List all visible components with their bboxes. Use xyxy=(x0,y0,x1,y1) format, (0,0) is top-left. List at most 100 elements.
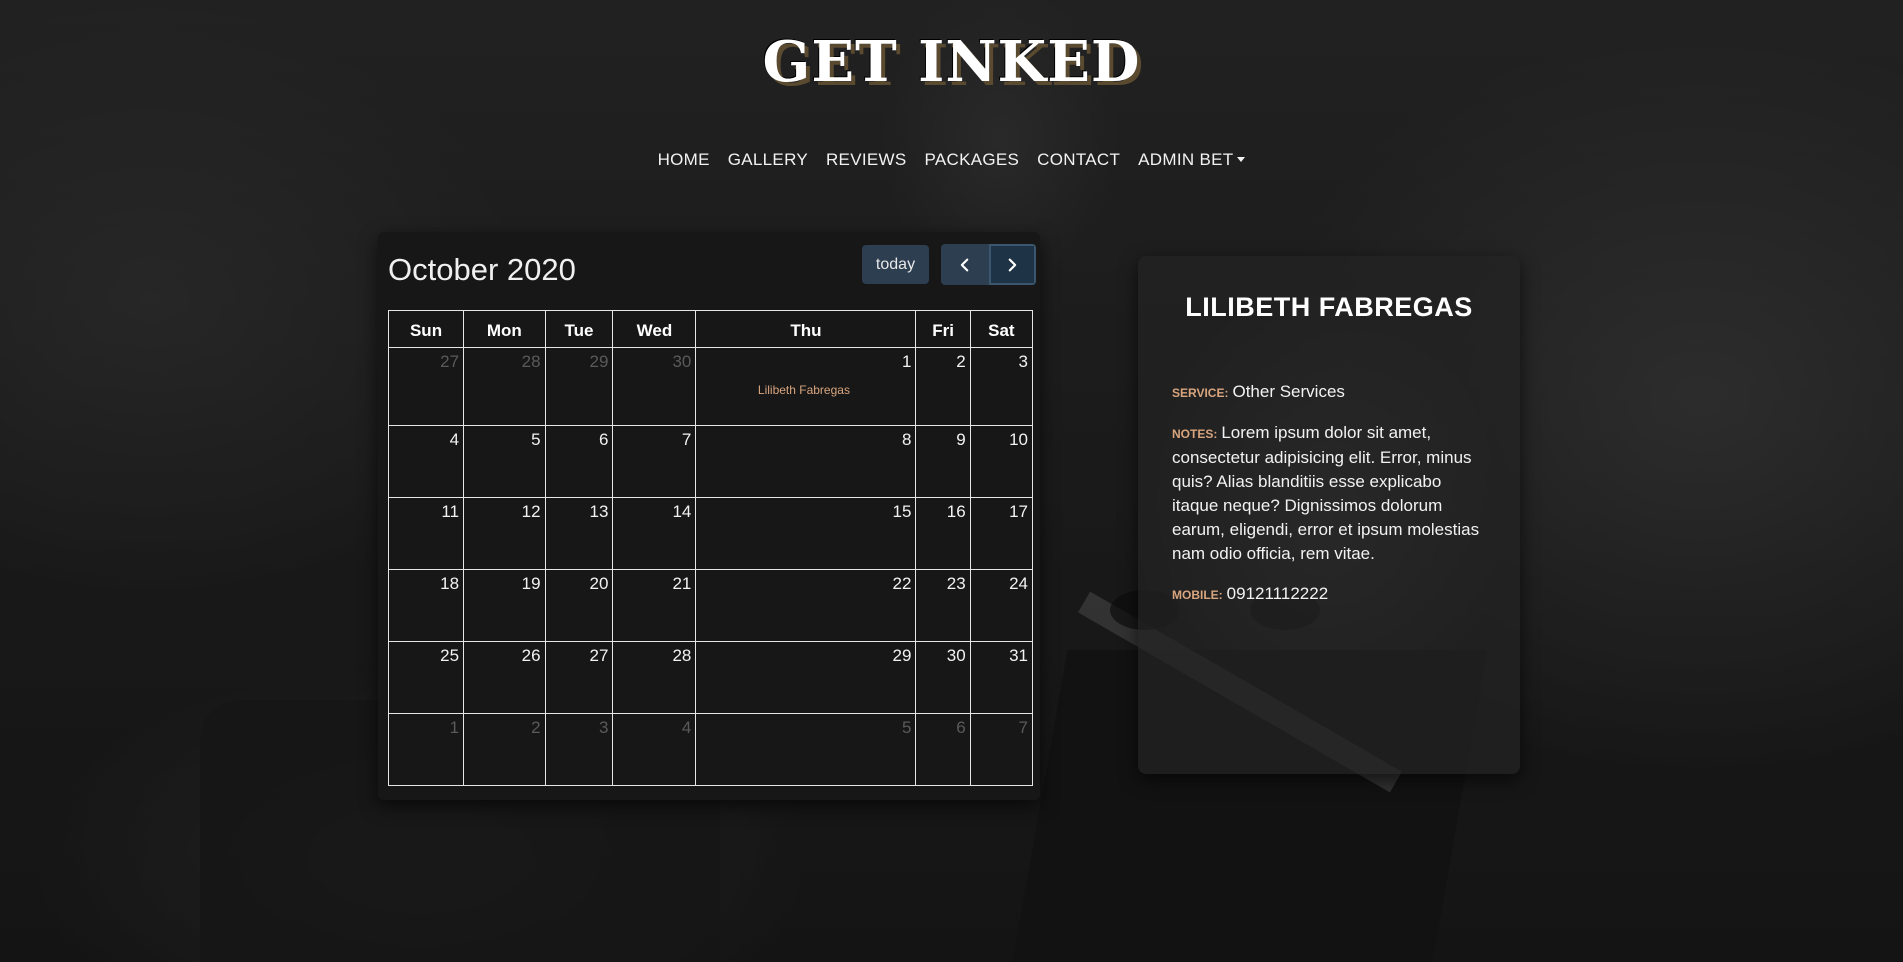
service-value: Other Services xyxy=(1232,382,1345,401)
day-cell[interactable]: 5 xyxy=(695,713,917,786)
day-cell[interactable]: 30 xyxy=(612,347,697,426)
day-cell[interactable]: 19 xyxy=(463,569,546,642)
day-number: 19 xyxy=(521,574,541,593)
prev-month-button[interactable] xyxy=(941,244,989,285)
day-cell[interactable]: 27 xyxy=(544,641,614,714)
day-number: 30 xyxy=(946,646,966,665)
client-name: LILIBETH FABREGAS xyxy=(1185,292,1473,322)
week-row: 25 26 27 28 29 30 31 xyxy=(387,641,1034,714)
day-cell[interactable]: 6 xyxy=(915,713,971,786)
day-number: 23 xyxy=(946,574,966,593)
notes-value: Lorem ipsum dolor sit amet, consectetur … xyxy=(1172,423,1480,563)
day-number: 3 xyxy=(599,718,609,737)
day-number: 17 xyxy=(1009,502,1028,521)
day-cell[interactable]: 10 xyxy=(969,425,1034,498)
day-number: 18 xyxy=(440,574,460,593)
day-cell[interactable]: 6 xyxy=(544,425,614,498)
day-cell[interactable]: 28 xyxy=(463,347,546,426)
day-cell[interactable]: 12 xyxy=(463,497,546,570)
calendar-event[interactable]: Lilibeth Fabregas xyxy=(696,382,911,398)
day-cell[interactable]: 30 xyxy=(915,641,971,714)
day-cell[interactable]: 26 xyxy=(463,641,546,714)
day-cell[interactable]: 3 xyxy=(544,713,614,786)
day-cell[interactable]: 20 xyxy=(544,569,614,642)
day-number: 9 xyxy=(956,430,966,449)
weekday-header: Fri xyxy=(915,310,971,348)
day-cell[interactable]: 28 xyxy=(612,641,697,714)
today-button[interactable]: today xyxy=(862,245,929,284)
weekday-header: Tue xyxy=(544,310,614,348)
day-cell[interactable]: 7 xyxy=(612,425,697,498)
day-cell[interactable]: 4 xyxy=(387,425,465,498)
day-cell[interactable]: 9 xyxy=(915,425,971,498)
day-cell[interactable]: 16 xyxy=(915,497,971,570)
day-number: 14 xyxy=(672,502,692,521)
day-cell[interactable]: 3 xyxy=(969,347,1034,426)
day-cell[interactable]: 1 xyxy=(387,713,465,786)
day-cell[interactable]: 22 xyxy=(695,569,917,642)
day-number: 2 xyxy=(531,718,541,737)
day-cell[interactable]: 4 xyxy=(612,713,697,786)
site-logo[interactable]: GET INKED xyxy=(763,29,1141,95)
day-number: 12 xyxy=(521,502,541,521)
chevron-right-icon xyxy=(1008,258,1017,271)
service-label: SERVICE: xyxy=(1172,386,1229,400)
day-cell[interactable]: 17 xyxy=(969,497,1034,570)
weekday-header: Thu xyxy=(695,310,917,348)
day-cell[interactable]: 23 xyxy=(915,569,971,642)
next-month-button[interactable] xyxy=(988,244,1036,285)
main-nav: HOME GALLERY REVIEWS PACKAGES CONTACT AD… xyxy=(0,150,1903,170)
chevron-left-icon xyxy=(960,258,969,271)
day-number: 25 xyxy=(440,646,460,665)
day-number: 24 xyxy=(1009,574,1028,593)
day-number: 6 xyxy=(599,430,609,449)
mobile-value: 09121112222 xyxy=(1226,584,1329,603)
day-cell[interactable]: 1 Lilibeth Fabregas xyxy=(695,347,917,426)
day-cell[interactable]: 29 xyxy=(695,641,917,714)
day-cell[interactable]: 8 xyxy=(695,425,917,498)
day-number: 5 xyxy=(531,430,541,449)
week-row: 4 5 6 7 8 9 10 xyxy=(387,425,1034,498)
day-cell[interactable]: 18 xyxy=(387,569,465,642)
day-number: 27 xyxy=(589,646,609,665)
nav-admin-dropdown[interactable]: ADMIN BET xyxy=(1138,150,1246,170)
day-number: 4 xyxy=(449,430,460,449)
weekday-header-row: Sun Mon Tue Wed Thu Fri Sat xyxy=(387,310,1034,348)
nav-contact[interactable]: CONTACT xyxy=(1037,150,1120,170)
day-cell[interactable]: 25 xyxy=(387,641,465,714)
day-cell[interactable]: 13 xyxy=(544,497,614,570)
day-number: 8 xyxy=(901,430,912,449)
nav-packages[interactable]: PACKAGES xyxy=(925,150,1020,170)
day-cell[interactable]: 7 xyxy=(969,713,1034,786)
weekday-header: Sat xyxy=(969,310,1034,348)
day-number: 1 xyxy=(449,718,460,737)
week-row: 18 19 20 21 22 23 24 xyxy=(387,569,1034,642)
day-number: 31 xyxy=(1009,646,1028,665)
week-row: 1 2 3 4 5 6 7 xyxy=(387,713,1034,786)
day-cell[interactable]: 15 xyxy=(695,497,917,570)
day-number: 28 xyxy=(672,646,692,665)
day-number: 7 xyxy=(681,430,692,449)
day-cell[interactable]: 2 xyxy=(463,713,546,786)
day-cell[interactable]: 5 xyxy=(463,425,546,498)
day-number: 29 xyxy=(892,646,912,665)
nav-reviews[interactable]: REVIEWS xyxy=(826,150,907,170)
nav-home[interactable]: HOME xyxy=(658,150,710,170)
day-cell[interactable]: 24 xyxy=(969,569,1034,642)
day-number: 16 xyxy=(946,502,966,521)
day-cell[interactable]: 11 xyxy=(387,497,465,570)
day-number: 20 xyxy=(589,574,609,593)
day-cell[interactable]: 29 xyxy=(544,347,614,426)
calendar-title: October 2020 xyxy=(388,252,576,287)
mobile-label: MOBILE: xyxy=(1172,588,1223,602)
day-cell[interactable]: 14 xyxy=(612,497,697,570)
service-row: SERVICE: Other Services xyxy=(1172,380,1490,405)
calendar: October 2020 today Sun Mon Tue Wed Thu F… xyxy=(378,232,1040,800)
day-cell[interactable]: 27 xyxy=(387,347,465,426)
day-cell[interactable]: 21 xyxy=(612,569,697,642)
nav-gallery[interactable]: GALLERY xyxy=(728,150,808,170)
day-number: 3 xyxy=(1018,352,1028,371)
day-cell[interactable]: 31 xyxy=(969,641,1034,714)
day-cell[interactable]: 2 xyxy=(915,347,971,426)
weekday-header: Mon xyxy=(463,310,546,348)
